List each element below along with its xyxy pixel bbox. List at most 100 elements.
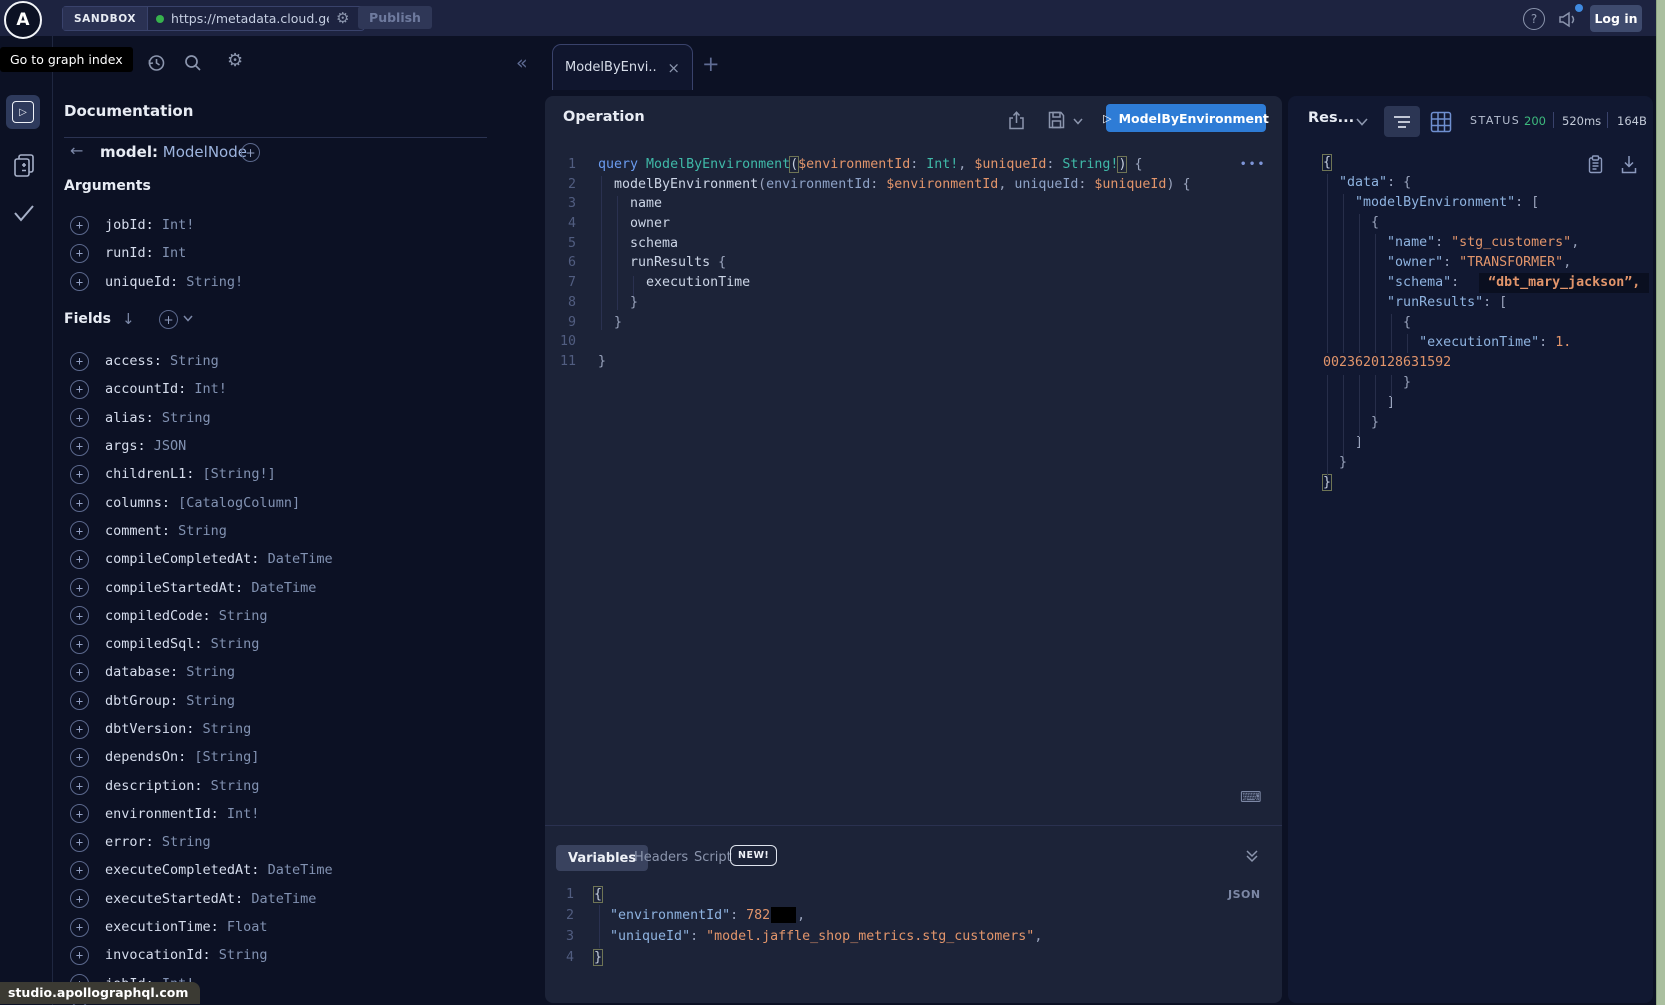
- field-type[interactable]: JSON: [154, 438, 187, 454]
- field-row[interactable]: +compiledCode: String: [70, 602, 500, 630]
- argument-row[interactable]: +jobId: Int!: [70, 211, 500, 239]
- add-field-button[interactable]: +: [70, 352, 89, 371]
- field-row[interactable]: +compileCompletedAt: DateTime: [70, 545, 500, 573]
- field-type[interactable]: [String]: [194, 749, 259, 765]
- add-field-button[interactable]: +: [70, 578, 89, 597]
- field-type[interactable]: String: [211, 636, 260, 652]
- field-type[interactable]: DateTime: [268, 551, 333, 567]
- editor-menu-dots[interactable]: •••: [1240, 159, 1267, 170]
- new-tab-button[interactable]: +: [702, 52, 720, 76]
- field-type[interactable]: DateTime: [251, 891, 316, 907]
- response-title-chevron-icon[interactable]: [1356, 118, 1368, 126]
- save-icon[interactable]: [1048, 111, 1065, 129]
- add-field-button[interactable]: +: [70, 635, 89, 654]
- search-icon[interactable]: [184, 54, 202, 72]
- add-field-button[interactable]: +: [70, 380, 89, 399]
- field-type[interactable]: Int!: [227, 806, 260, 822]
- add-field-button[interactable]: +: [70, 272, 89, 291]
- tab-close-icon[interactable]: ×: [667, 59, 680, 77]
- field-type[interactable]: String: [219, 947, 268, 963]
- field-row[interactable]: +accountId: Int!: [70, 375, 500, 403]
- operation-editor[interactable]: 1query ModelByEnvironment($environmentId…: [532, 155, 1190, 372]
- field-type[interactable]: Float: [227, 919, 268, 935]
- apollo-logo-icon[interactable]: A: [4, 1, 42, 39]
- collapse-panel-chevrons-icon[interactable]: [1245, 849, 1259, 863]
- add-field-button[interactable]: +: [70, 606, 89, 625]
- tab-modelbyenvironment[interactable]: ModelByEnvi... ×: [552, 44, 693, 90]
- add-field-button[interactable]: +: [70, 216, 89, 235]
- help-icon[interactable]: ?: [1523, 8, 1545, 30]
- argument-row[interactable]: +runId: Int: [70, 239, 500, 267]
- tab-script[interactable]: Script: [694, 850, 732, 865]
- docs-back-button[interactable]: ←: [70, 141, 83, 160]
- field-row[interactable]: +invocationId: String: [70, 941, 500, 969]
- field-type[interactable]: String: [186, 664, 235, 680]
- field-row[interactable]: +comment: String: [70, 517, 500, 545]
- add-field-button[interactable]: +: [70, 748, 89, 767]
- field-row[interactable]: +description: String: [70, 771, 500, 799]
- field-type[interactable]: Int!: [162, 217, 195, 233]
- collapse-sidebar-chevrons[interactable]: «: [516, 52, 528, 74]
- add-field-button[interactable]: +: [70, 691, 89, 710]
- field-row[interactable]: +compileStartedAt: DateTime: [70, 573, 500, 601]
- add-field-button[interactable]: +: [70, 437, 89, 456]
- share-icon[interactable]: [1008, 111, 1025, 130]
- publish-button[interactable]: Publish: [358, 6, 432, 29]
- field-row[interactable]: +error: String: [70, 828, 500, 856]
- rail-checks-icon[interactable]: [12, 203, 36, 223]
- announcements-megaphone-icon[interactable]: [1558, 10, 1580, 29]
- add-all-fields-button[interactable]: +: [241, 143, 260, 162]
- fields-sort-icon[interactable]: ↓: [122, 310, 135, 328]
- login-button[interactable]: Log in: [1590, 5, 1642, 32]
- field-row[interactable]: +alias: String: [70, 404, 500, 432]
- add-field-button[interactable]: +: [70, 465, 89, 484]
- table-view-toggle[interactable]: [1430, 111, 1452, 133]
- add-field-button[interactable]: +: [70, 776, 89, 795]
- field-type[interactable]: String: [186, 693, 235, 709]
- fields-add-button[interactable]: +: [159, 310, 178, 329]
- field-type[interactable]: String: [219, 608, 268, 624]
- settings-gear-icon[interactable]: ⚙: [227, 52, 243, 70]
- keyboard-shortcuts-icon[interactable]: ⌨: [1240, 788, 1262, 806]
- response-title[interactable]: Res...: [1308, 110, 1354, 126]
- field-type[interactable]: String: [162, 410, 211, 426]
- field-row[interactable]: +compiledSql: String: [70, 630, 500, 658]
- field-row[interactable]: +dbtVersion: String: [70, 715, 500, 743]
- add-field-button[interactable]: +: [70, 720, 89, 739]
- field-type[interactable]: DateTime: [268, 862, 333, 878]
- tree-view-toggle[interactable]: [1384, 106, 1420, 137]
- add-field-button[interactable]: +: [70, 833, 89, 852]
- field-type[interactable]: String: [211, 778, 260, 794]
- add-field-button[interactable]: +: [70, 244, 89, 263]
- add-field-button[interactable]: +: [70, 493, 89, 512]
- add-field-button[interactable]: +: [70, 663, 89, 682]
- run-operation-button[interactable]: ▷ ModelByEnvironment: [1106, 104, 1266, 132]
- field-type[interactable]: String: [178, 523, 227, 539]
- add-field-button[interactable]: +: [70, 946, 89, 965]
- field-row[interactable]: +executeCompletedAt: DateTime: [70, 856, 500, 884]
- add-field-button[interactable]: +: [70, 889, 89, 908]
- field-row[interactable]: +childrenL1: [String!]: [70, 460, 500, 488]
- field-type[interactable]: String: [203, 721, 252, 737]
- tab-headers[interactable]: Headers: [634, 850, 688, 865]
- field-type[interactable]: Int: [162, 245, 186, 261]
- field-type[interactable]: String: [162, 834, 211, 850]
- field-type[interactable]: [CatalogColumn]: [178, 495, 300, 511]
- connection-settings-gear-icon[interactable]: ⚙: [336, 11, 349, 26]
- add-field-button[interactable]: +: [70, 861, 89, 880]
- field-row[interactable]: +database: String: [70, 658, 500, 686]
- rail-schema-diff-icon[interactable]: [12, 153, 36, 179]
- add-field-button[interactable]: +: [70, 918, 89, 937]
- field-type[interactable]: DateTime: [251, 580, 316, 596]
- field-row[interactable]: +executionTime: Float: [70, 913, 500, 941]
- rail-explorer-button[interactable]: ▷: [6, 95, 40, 129]
- field-type[interactable]: Int!: [194, 381, 227, 397]
- field-type[interactable]: String: [170, 353, 219, 369]
- field-row[interactable]: +args: JSON: [70, 432, 500, 460]
- variables-editor[interactable]: 1{2 "environmentId": 782,3 "uniqueId": "…: [530, 884, 1042, 968]
- add-field-button[interactable]: +: [70, 550, 89, 569]
- field-row[interactable]: +executeStartedAt: DateTime: [70, 885, 500, 913]
- breadcrumb-type[interactable]: ModelNode: [163, 143, 247, 161]
- history-icon[interactable]: [147, 54, 165, 72]
- endpoint-url-input[interactable]: https://metadata.cloud.getd ⚙: [148, 7, 364, 30]
